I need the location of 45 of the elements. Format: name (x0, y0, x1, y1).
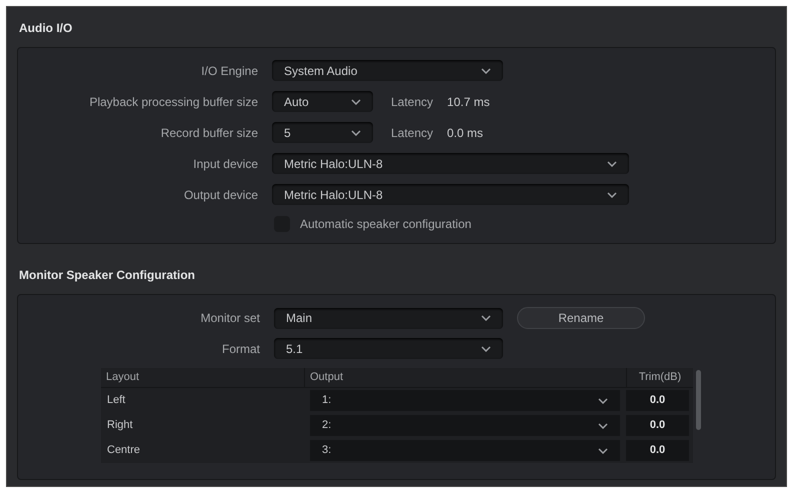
latency-label: Latency (391, 124, 434, 142)
column-header: Output (310, 370, 344, 386)
scrollbar[interactable] (696, 370, 701, 430)
latency-label: Latency (391, 94, 434, 110)
field-label: Playback processing buffer size (89, 94, 258, 110)
chevron-down-icon (481, 315, 491, 321)
checkbox-label: Automatic speaker configuration (300, 216, 472, 233)
chevron-down-icon (481, 346, 491, 352)
field-label: Record buffer size (160, 124, 258, 142)
field-label: Output device (184, 186, 258, 204)
section-title: Audio I/O (19, 21, 72, 35)
chevron-down-icon (598, 398, 608, 404)
trim-field[interactable]: 0.0 (626, 440, 689, 461)
latency-value: 0.0 ms (447, 124, 484, 142)
column-header: Layout (106, 370, 140, 386)
field-label: I/O Engine (201, 62, 258, 80)
dropdown[interactable]: Metric Halo:ULN-8 (272, 184, 629, 205)
dropdown[interactable]: Auto (272, 91, 373, 112)
output-dropdown[interactable]: 1: (310, 390, 620, 411)
output-dropdown[interactable]: 2: (310, 415, 620, 436)
dropdown[interactable]: Main (274, 308, 503, 328)
chevron-down-icon (607, 192, 617, 198)
chevron-down-icon (598, 448, 608, 454)
chevron-down-icon (351, 98, 361, 104)
section-title: Monitor Speaker Configuration (19, 268, 196, 282)
chevron-down-icon (598, 422, 608, 428)
rename-button[interactable]: Rename (517, 307, 645, 329)
field-label: Format (222, 340, 260, 358)
trim-field[interactable]: 0.0 (626, 390, 689, 411)
dropdown[interactable]: System Audio (272, 60, 503, 81)
field-label: Input device (193, 156, 258, 172)
latency-value: 10.7 ms (447, 94, 490, 110)
layout-cell: Right (107, 419, 133, 432)
chevron-down-icon (481, 68, 491, 74)
dropdown[interactable]: 5 (272, 122, 373, 143)
field-label: Monitor set (200, 310, 260, 327)
output-dropdown[interactable]: 3: (310, 440, 620, 461)
trim-field[interactable]: 0.0 (626, 415, 689, 436)
layout-cell: Left (107, 394, 126, 406)
layout-cell: Centre (107, 444, 140, 456)
dropdown[interactable]: 5.1 (274, 338, 503, 359)
chevron-down-icon (607, 160, 617, 166)
chevron-down-icon (351, 130, 361, 136)
column-header: Trim(dB) (638, 370, 682, 386)
dropdown[interactable]: Metric Halo:ULN-8 (272, 153, 629, 174)
